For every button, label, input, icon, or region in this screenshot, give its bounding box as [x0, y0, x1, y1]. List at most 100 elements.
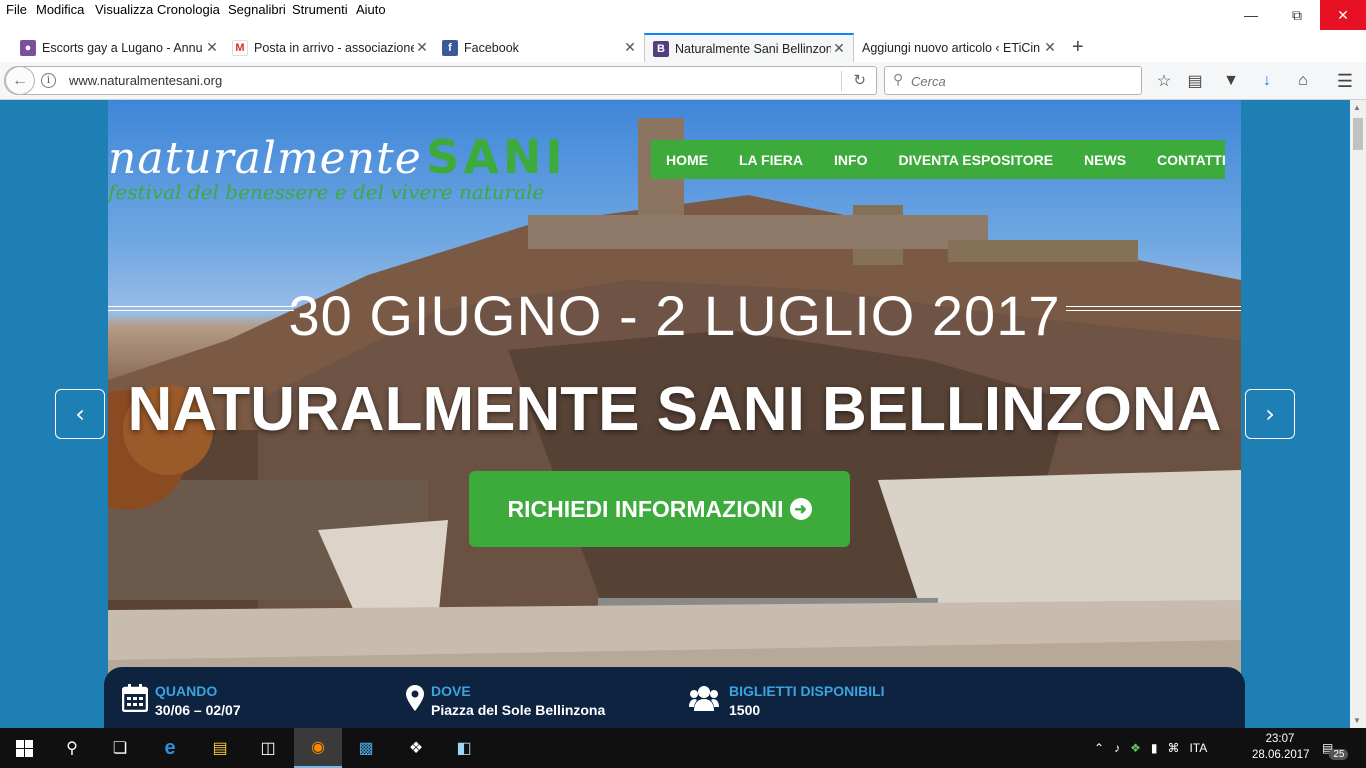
slider-next-button[interactable]: › — [1245, 389, 1295, 439]
dove-value: Piazza del Sole Bellinzona — [431, 702, 606, 718]
back-button[interactable]: ← — [5, 66, 35, 95]
file-explorer-icon[interactable]: ▤ — [196, 728, 244, 768]
menu-visualizza[interactable]: Visualizza — [95, 2, 153, 17]
store-icon[interactable]: ◫ — [244, 728, 292, 768]
dropbox-sync-icon[interactable]: ❖ — [1130, 741, 1141, 755]
windows-taskbar: ⚲ ❏ e ▤ ◫ ◉ ▩ ❖ ◧ ⌃ ♪ ❖ ▮ ⌘ ITA 23:07 28… — [0, 728, 1366, 768]
edge-icon[interactable]: e — [146, 728, 194, 768]
menu-cronologia[interactable]: Cronologia — [157, 2, 220, 17]
restore-icon[interactable]: ⧉ — [1274, 0, 1320, 30]
reload-icon[interactable]: ↻ — [853, 71, 866, 89]
scroll-down-icon[interactable]: ▼ — [1353, 716, 1361, 725]
event-dates-text: 30 GIUGNO - 2 LUGLIO 2017 — [288, 284, 1061, 347]
hamburger-menu-icon[interactable]: ☰ — [1334, 70, 1356, 92]
menu-aiuto[interactable]: Aiuto — [356, 2, 386, 17]
navigation-bar: ← i www.naturalmentesani.org ↻ ⚲ ☆ ▤ ▼ ↓… — [0, 62, 1366, 100]
nav-news[interactable]: NEWS — [1084, 152, 1126, 168]
menu-bar: File Modifica Visualizza Cronologia Segn… — [0, 0, 1366, 30]
users-icon — [689, 683, 719, 713]
site-logo[interactable]: naturalmente SANI festival del benessere… — [108, 130, 567, 204]
tab-naturalmente-sani[interactable]: B Naturalmente Sani Bellinzon ✕ — [644, 33, 854, 62]
page-scrollbar[interactable]: ▲ ▼ — [1350, 100, 1366, 728]
tab-facebook[interactable]: f Facebook ✕ — [442, 33, 638, 62]
dove-label: DOVE — [431, 683, 471, 699]
windows-start-icon[interactable] — [0, 728, 48, 768]
event-info-bar: QUANDO 30/06 – 02/07 DOVE Piazza del Sol… — [104, 667, 1245, 728]
event-dates: 30 GIUGNO - 2 LUGLIO 2017 — [108, 283, 1241, 347]
url-separator — [841, 71, 842, 91]
tab-gmail[interactable]: M Posta in arrivo - associazione ✕ — [232, 33, 430, 62]
logo-word: naturalmente — [108, 133, 422, 184]
volume-icon[interactable]: ♪ — [1114, 741, 1120, 755]
tab-close-icon[interactable]: ✕ — [831, 40, 847, 57]
quando-value: 30/06 – 02/07 — [155, 702, 241, 718]
nav-info[interactable]: INFO — [834, 152, 867, 168]
battery-icon[interactable]: ▮ — [1151, 741, 1158, 755]
tab-title: Escorts gay a Lugano - Annu — [42, 40, 203, 55]
nav-diventa-espositore[interactable]: DIVENTA ESPOSITORE — [899, 152, 1054, 168]
tab-title: Aggiungi nuovo articolo ‹ ETiCin — [862, 40, 1041, 55]
pocket-icon[interactable]: ▼ — [1220, 70, 1242, 92]
tab-bar: ● Escorts gay a Lugano - Annu ✕ M Posta … — [0, 30, 1366, 86]
web-page: naturalmente SANI festival del benessere… — [0, 100, 1350, 728]
language-indicator[interactable]: ITA — [1189, 741, 1207, 755]
arrow-circle-right-icon: ➜ — [789, 498, 812, 520]
tab-close-icon[interactable]: ✕ — [1042, 39, 1058, 56]
url-bar[interactable]: ← i www.naturalmentesani.org ↻ — [4, 66, 877, 95]
control-panel-icon[interactable]: ▩ — [342, 728, 390, 768]
tab-title: Posta in arrivo - associazione — [254, 40, 414, 55]
wifi-icon[interactable]: ⌘ — [1167, 741, 1179, 755]
task-view-icon[interactable]: ❏ — [96, 728, 144, 768]
scroll-up-icon[interactable]: ▲ — [1353, 103, 1361, 112]
dropbox-icon[interactable]: ❖ — [392, 728, 440, 768]
slider-prev-button[interactable]: ‹ — [55, 389, 105, 439]
quando-label: QUANDO — [155, 683, 218, 699]
tab-close-icon[interactable]: ✕ — [204, 39, 220, 56]
logo-tagline: festival del benessere e del vivere natu… — [108, 180, 545, 204]
main-navigation: HOME LA FIERA INFO DIVENTA ESPOSITORE NE… — [651, 140, 1226, 179]
search-icon[interactable]: ⚲ — [48, 728, 96, 768]
url-text[interactable]: www.naturalmentesani.org — [69, 73, 222, 88]
tab-close-icon[interactable]: ✕ — [414, 39, 430, 56]
tab-escorts[interactable]: ● Escorts gay a Lugano - Annu ✕ — [20, 33, 220, 62]
gmail-icon: M — [232, 39, 248, 56]
app-icon[interactable]: ◧ — [440, 728, 488, 768]
tab-wordpress[interactable]: Aggiungi nuovo articolo ‹ ETiCin ✕ — [862, 33, 1058, 62]
system-tray: ⌃ ♪ ❖ ▮ ⌘ ITA — [1094, 728, 1207, 768]
logo-accent: SANI — [426, 130, 567, 184]
bookmark-star-icon[interactable]: ☆ — [1153, 70, 1175, 92]
biglietti-label: BIGLIETTI DISPONIBILI — [729, 683, 885, 699]
bookmarks-menu-icon[interactable]: ▤ — [1184, 70, 1206, 92]
search-bar[interactable]: ⚲ — [884, 66, 1142, 95]
minimize-icon[interactable]: — — [1228, 0, 1274, 30]
biglietti-value: 1500 — [729, 702, 761, 718]
menu-segnalibri[interactable]: Segnalibri — [228, 2, 286, 17]
nav-la-fiera[interactable]: LA FIERA — [739, 152, 803, 168]
notification-count: 25 — [1329, 748, 1349, 760]
tab-close-icon[interactable]: ✕ — [622, 39, 638, 56]
richiedi-informazioni-button[interactable]: RICHIEDI INFORMAZIONI ➜ — [469, 471, 850, 547]
clock-date: 28.06.2017 — [1252, 749, 1310, 761]
calendar-icon — [120, 683, 150, 713]
nav-home[interactable]: HOME — [666, 152, 708, 168]
bootstrap-icon: B — [653, 40, 669, 57]
menu-file[interactable]: File — [6, 2, 27, 17]
firefox-icon[interactable]: ◉ — [294, 728, 342, 768]
menu-modifica[interactable]: Modifica — [36, 2, 84, 17]
search-input[interactable] — [911, 71, 1131, 91]
tray-expand-icon[interactable]: ⌃ — [1094, 741, 1104, 755]
new-tab-icon[interactable]: + — [1072, 33, 1094, 62]
site-info-icon[interactable]: i — [41, 73, 56, 88]
escorts-site-icon: ● — [20, 39, 36, 56]
close-icon[interactable]: ✕ — [1320, 0, 1366, 30]
action-center[interactable]: ▤ 25 — [1322, 728, 1349, 768]
nav-contatti[interactable]: CONTATTI — [1157, 152, 1226, 168]
downloads-icon[interactable]: ↓ — [1256, 70, 1278, 92]
menu-strumenti[interactable]: Strumenti — [292, 2, 348, 17]
search-icon: ⚲ — [893, 71, 904, 87]
taskbar-clock[interactable]: 23:07 28.06.2017 — [1252, 731, 1310, 763]
home-icon[interactable]: ⌂ — [1292, 70, 1314, 92]
scrollbar-thumb[interactable] — [1353, 118, 1363, 150]
tab-title: Naturalmente Sani Bellinzon — [675, 41, 831, 56]
cta-label: RICHIEDI INFORMAZIONI — [507, 495, 784, 522]
